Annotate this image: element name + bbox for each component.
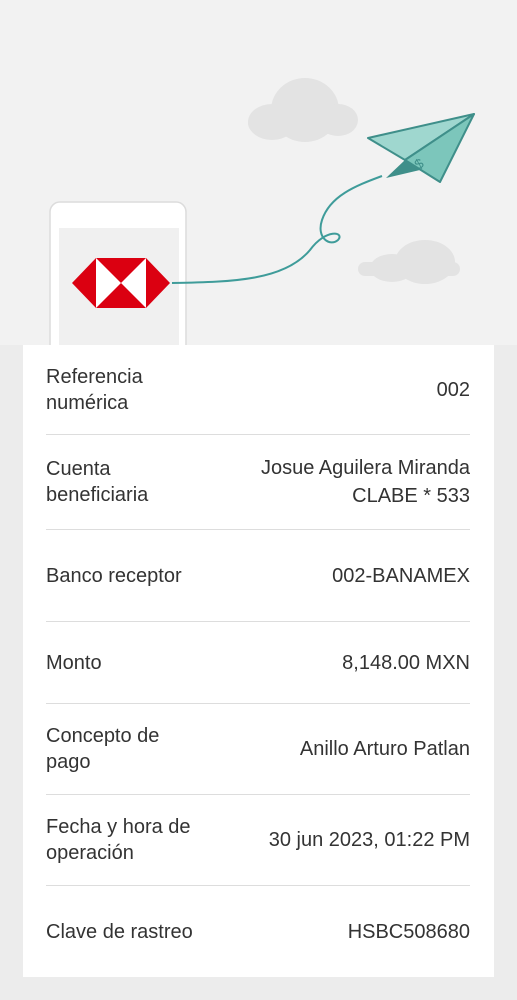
concept-value: Anillo Arturo Patlan	[299, 738, 470, 760]
detail-row-reference: Referencia numérica 002	[46, 345, 470, 435]
flight-path	[171, 175, 383, 284]
cloud-icon	[358, 240, 460, 284]
detail-row-tracking: Clave de rastreo HSBC508680	[46, 886, 470, 977]
detail-row-concept: Concepto de pago Anillo Arturo Patlan	[46, 704, 470, 795]
detail-row-amount: Monto 8,148.00 MXN	[46, 622, 470, 704]
tracking-label: Clave de rastreo	[46, 920, 193, 943]
transfer-details-card: Referencia numérica 002 Cuenta beneficia…	[23, 345, 494, 977]
paper-plane-icon: $	[367, 113, 475, 183]
confirmation-illustration: $	[0, 0, 517, 345]
reference-label: Referencia numérica	[46, 365, 143, 414]
amount-value: 8,148.00 MXN	[342, 651, 470, 674]
illustration-svg: $	[49, 78, 475, 345]
amount-label: Monto	[46, 651, 102, 674]
concept-label: Concepto de pago	[46, 725, 160, 773]
tracking-value: HSBC508680	[347, 920, 470, 943]
cloud-icon	[248, 78, 358, 142]
datetime-value: 30 jun 2023, 01:22 PM	[268, 829, 470, 851]
reference-value: 002	[436, 378, 470, 401]
bank-value: 002-BANAMEX	[332, 564, 470, 587]
detail-row-beneficiary: Cuenta beneficiaria Josue Aguilera Miran…	[46, 435, 470, 530]
detail-row-bank: Banco receptor 002-BANAMEX	[46, 530, 470, 622]
datetime-label: Fecha y hora de operación	[46, 816, 191, 864]
beneficiary-value: Josue Aguilera Miranda CLABE * 533	[260, 457, 470, 507]
beneficiary-label: Cuenta beneficiaria	[46, 458, 149, 506]
detail-row-datetime: Fecha y hora de operación 30 jun 2023, 0…	[46, 795, 470, 886]
bank-label: Banco receptor	[46, 564, 182, 587]
